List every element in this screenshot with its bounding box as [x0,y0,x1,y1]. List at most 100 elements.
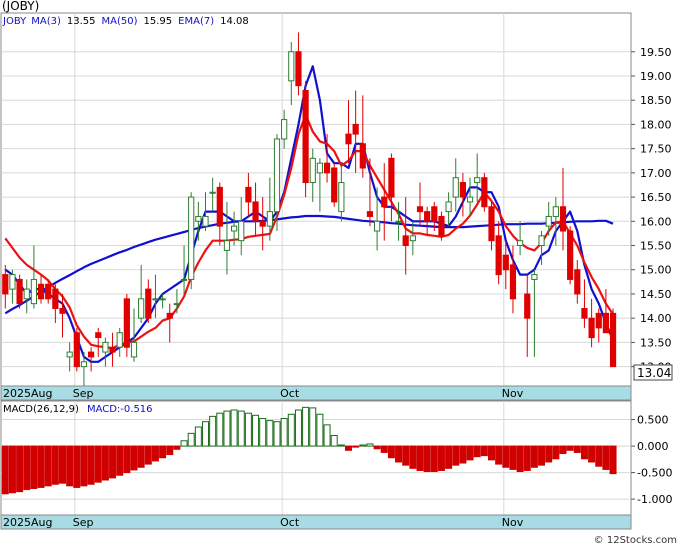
candle-body [59,307,66,314]
candle-body [466,196,474,203]
macd-bar [66,445,74,487]
legend-ema7-value: 14.08 [220,16,249,27]
candle-body [231,225,238,232]
candle [609,308,617,368]
macd-bar [416,445,424,471]
macd-bar [80,445,88,487]
macd-bar [230,409,238,447]
macd-bar [137,445,145,468]
macd-bar [409,445,417,469]
macd-bar [187,432,195,447]
macd-bar [166,445,174,456]
macd-date-label: Oct [280,516,300,529]
candle-body [30,278,37,305]
macd-bar [87,445,95,485]
candle-body [180,278,188,281]
macd-bar [395,445,403,463]
macd-bar [151,445,159,462]
macd-bar [309,407,317,447]
macd-bar [516,445,524,473]
candle [73,327,80,372]
macd-bar [530,445,538,468]
macd-bar [252,414,260,447]
macd-date-label: Nov [502,516,524,529]
candle-body [159,298,166,301]
candle-body [188,196,195,280]
macd-bar [44,445,52,487]
macd-bar [101,445,109,481]
macd-bar [144,445,152,465]
price-date-label: Nov [502,387,524,400]
candle-body [609,312,617,368]
candle-body [545,215,552,227]
candle-body [424,211,431,222]
price-tick-label: 15.00 [640,264,672,277]
macd-bar [37,445,45,488]
macd-bar [116,445,124,476]
candle-body [266,211,273,227]
candle-body [323,162,331,174]
candle-body [588,317,595,339]
macd-bar [437,445,445,471]
candle-body [366,211,374,217]
candle-body [88,351,95,358]
candle-body [209,191,216,194]
candle-body [517,240,524,247]
candle-body [381,196,388,208]
candle-body [123,298,130,348]
macd-bar [302,406,310,447]
macd-bar [266,420,274,447]
candle [481,172,488,212]
legend-ticker: JOBY [2,16,27,27]
candle-body [416,206,424,213]
price-date-axis-band [0,385,632,401]
candle-body [273,138,281,213]
price-tick-label: 15.50 [640,240,672,253]
candle-body [438,215,445,237]
macd-bar [502,445,510,468]
candle-body [502,254,509,271]
candle-body [2,274,9,295]
candle-body [116,332,123,348]
candle-body [73,332,80,368]
macd-bar [316,413,324,447]
last-price-label: 13.04 [637,366,671,380]
macd-bar [509,445,517,470]
price-tick-label: 18.50 [640,94,672,107]
candle-body [559,206,567,232]
macd-bar [209,415,217,447]
macd-bar [359,444,367,447]
macd-bar [387,445,395,459]
macd-bar [8,445,16,494]
price-panel: 13.0013.5014.0014.5015.0015.5016.0016.50… [0,0,673,387]
candle [331,163,338,207]
candle-body [130,341,138,358]
candle-body [80,361,88,368]
macd-bar [216,412,224,447]
candle-body [16,278,23,305]
macd-bar [602,445,610,470]
macd-bar [180,440,188,447]
macd-bar [402,445,410,466]
macd-bar [159,445,167,459]
candle-body [109,346,116,353]
candle-body [102,341,109,353]
candle-body [552,206,559,217]
candle-body [66,351,73,358]
candle-body [474,177,481,184]
candle-body [45,283,52,300]
candle-body [309,157,316,184]
candle-body [145,288,152,319]
legend-ma50-value: 15.95 [144,16,173,27]
macd-bar [287,413,295,447]
macd-bar [73,445,81,488]
candle-body [409,235,416,242]
legend-ma3-label: MA(3) [31,16,61,27]
macd-bar [59,445,66,484]
price-legend: JOBY MA(3) 13.55 MA(50) 15.95 EMA(7) 14.08 [2,16,249,27]
candle-body [395,220,402,223]
candle-body [402,235,409,247]
candle-body [195,215,202,222]
macd-bar [423,445,431,473]
macd-bar [94,445,102,483]
